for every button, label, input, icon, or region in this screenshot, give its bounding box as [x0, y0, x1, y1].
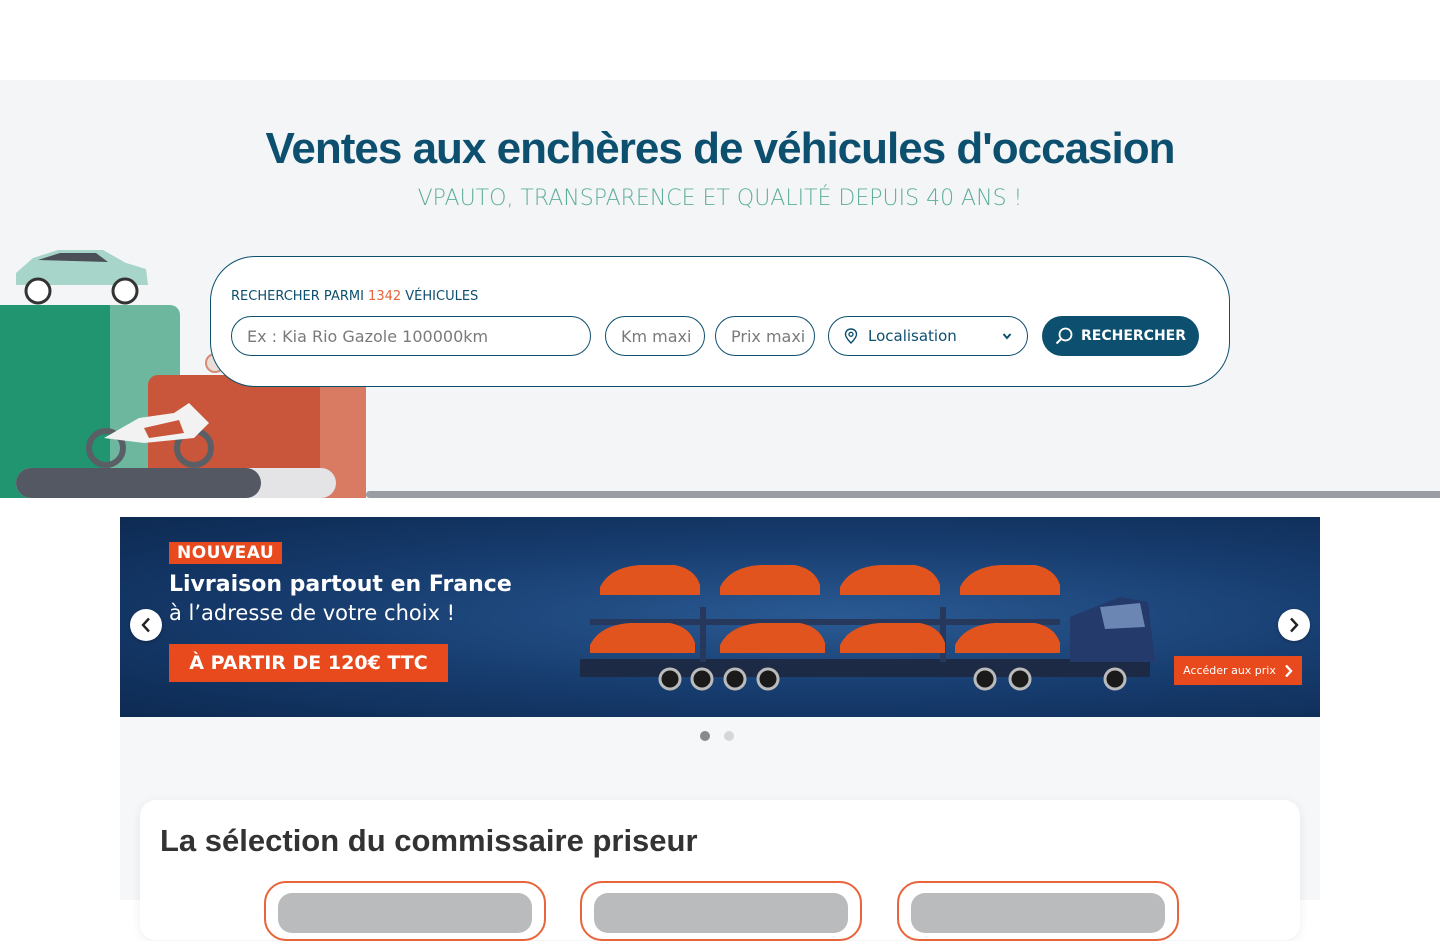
car-illustration-icon [16, 250, 148, 305]
search-icon [1055, 327, 1073, 345]
page-title: Ventes aux enchères de véhicules d'occas… [265, 124, 1175, 173]
location-pin-icon [844, 328, 858, 344]
carousel-dots [700, 731, 734, 741]
chevron-down-icon [1002, 333, 1012, 340]
banner-cta-label: Accéder aux prix [1183, 664, 1276, 677]
vehicle-card[interactable] [580, 881, 862, 941]
chevron-right-icon [1290, 617, 1299, 633]
vehicle-image [278, 893, 532, 933]
auctioneer-selection-section: La sélection du commissaire priseur [140, 800, 1300, 941]
vehicle-count: 1342 [368, 289, 402, 304]
motorbike-illustration-icon [86, 403, 214, 468]
banner-prices-link[interactable]: Accéder aux prix [1174, 656, 1302, 685]
banner-headline: Livraison partout en France [169, 572, 512, 597]
km-max-placeholder: Km maxi [621, 326, 692, 346]
vehicle-card[interactable] [264, 881, 546, 941]
carousel-prev-button[interactable] [130, 609, 162, 641]
selection-title: La sélection du commissaire priseur [160, 823, 698, 858]
new-badge: NOUVEAU [169, 542, 283, 564]
car-transporter-truck-icon [580, 565, 1155, 691]
vehicle-image [911, 893, 1165, 933]
price-max-input[interactable]: Prix maxi [715, 316, 815, 356]
km-max-input[interactable]: Km maxi [605, 316, 705, 356]
search-form: RECHERCHER PARMI 1342 VÉHICULES Ex : Kia… [210, 256, 1230, 387]
top-header [0, 0, 1440, 80]
carousel-dot-2[interactable] [724, 731, 734, 741]
search-input-placeholder: Ex : Kia Rio Gazole 100000km [247, 326, 489, 346]
vehicle-card[interactable] [897, 881, 1179, 941]
decor-road-dark [16, 468, 261, 498]
price-max-placeholder: Prix maxi [731, 326, 806, 346]
banner-subline: à l’adresse de votre choix ! [169, 601, 456, 625]
search-button-label: RECHERCHER [1080, 328, 1186, 344]
search-input[interactable]: Ex : Kia Rio Gazole 100000km [231, 316, 591, 356]
carousel-dot-1[interactable] [700, 731, 710, 741]
banner-price: À PARTIR DE 120€ TTC [169, 644, 448, 682]
search-button[interactable]: RECHERCHER [1042, 316, 1199, 356]
count-suffix: VÉHICULES [401, 289, 479, 304]
count-prefix: RECHERCHER PARMI [231, 289, 369, 304]
page-subtitle: VPAUTO, TRANSPARENCE ET QUALITÉ DEPUIS 4… [417, 186, 1023, 211]
chevron-left-icon [141, 617, 150, 633]
vehicle-count-label: RECHERCHER PARMI 1342 VÉHICULES [231, 289, 478, 304]
carousel-next-button[interactable] [1278, 609, 1310, 641]
chevron-right-icon [1284, 664, 1293, 677]
vehicle-image [594, 893, 848, 933]
hero-divider [366, 491, 1440, 498]
hero-section: Ventes aux enchères de véhicules d'occas… [0, 80, 1440, 498]
promo-banner[interactable]: NOUVEAU Livraison partout en France à l’… [120, 517, 1320, 717]
location-label: Localisation [868, 327, 957, 345]
location-select[interactable]: Localisation [828, 316, 1028, 356]
